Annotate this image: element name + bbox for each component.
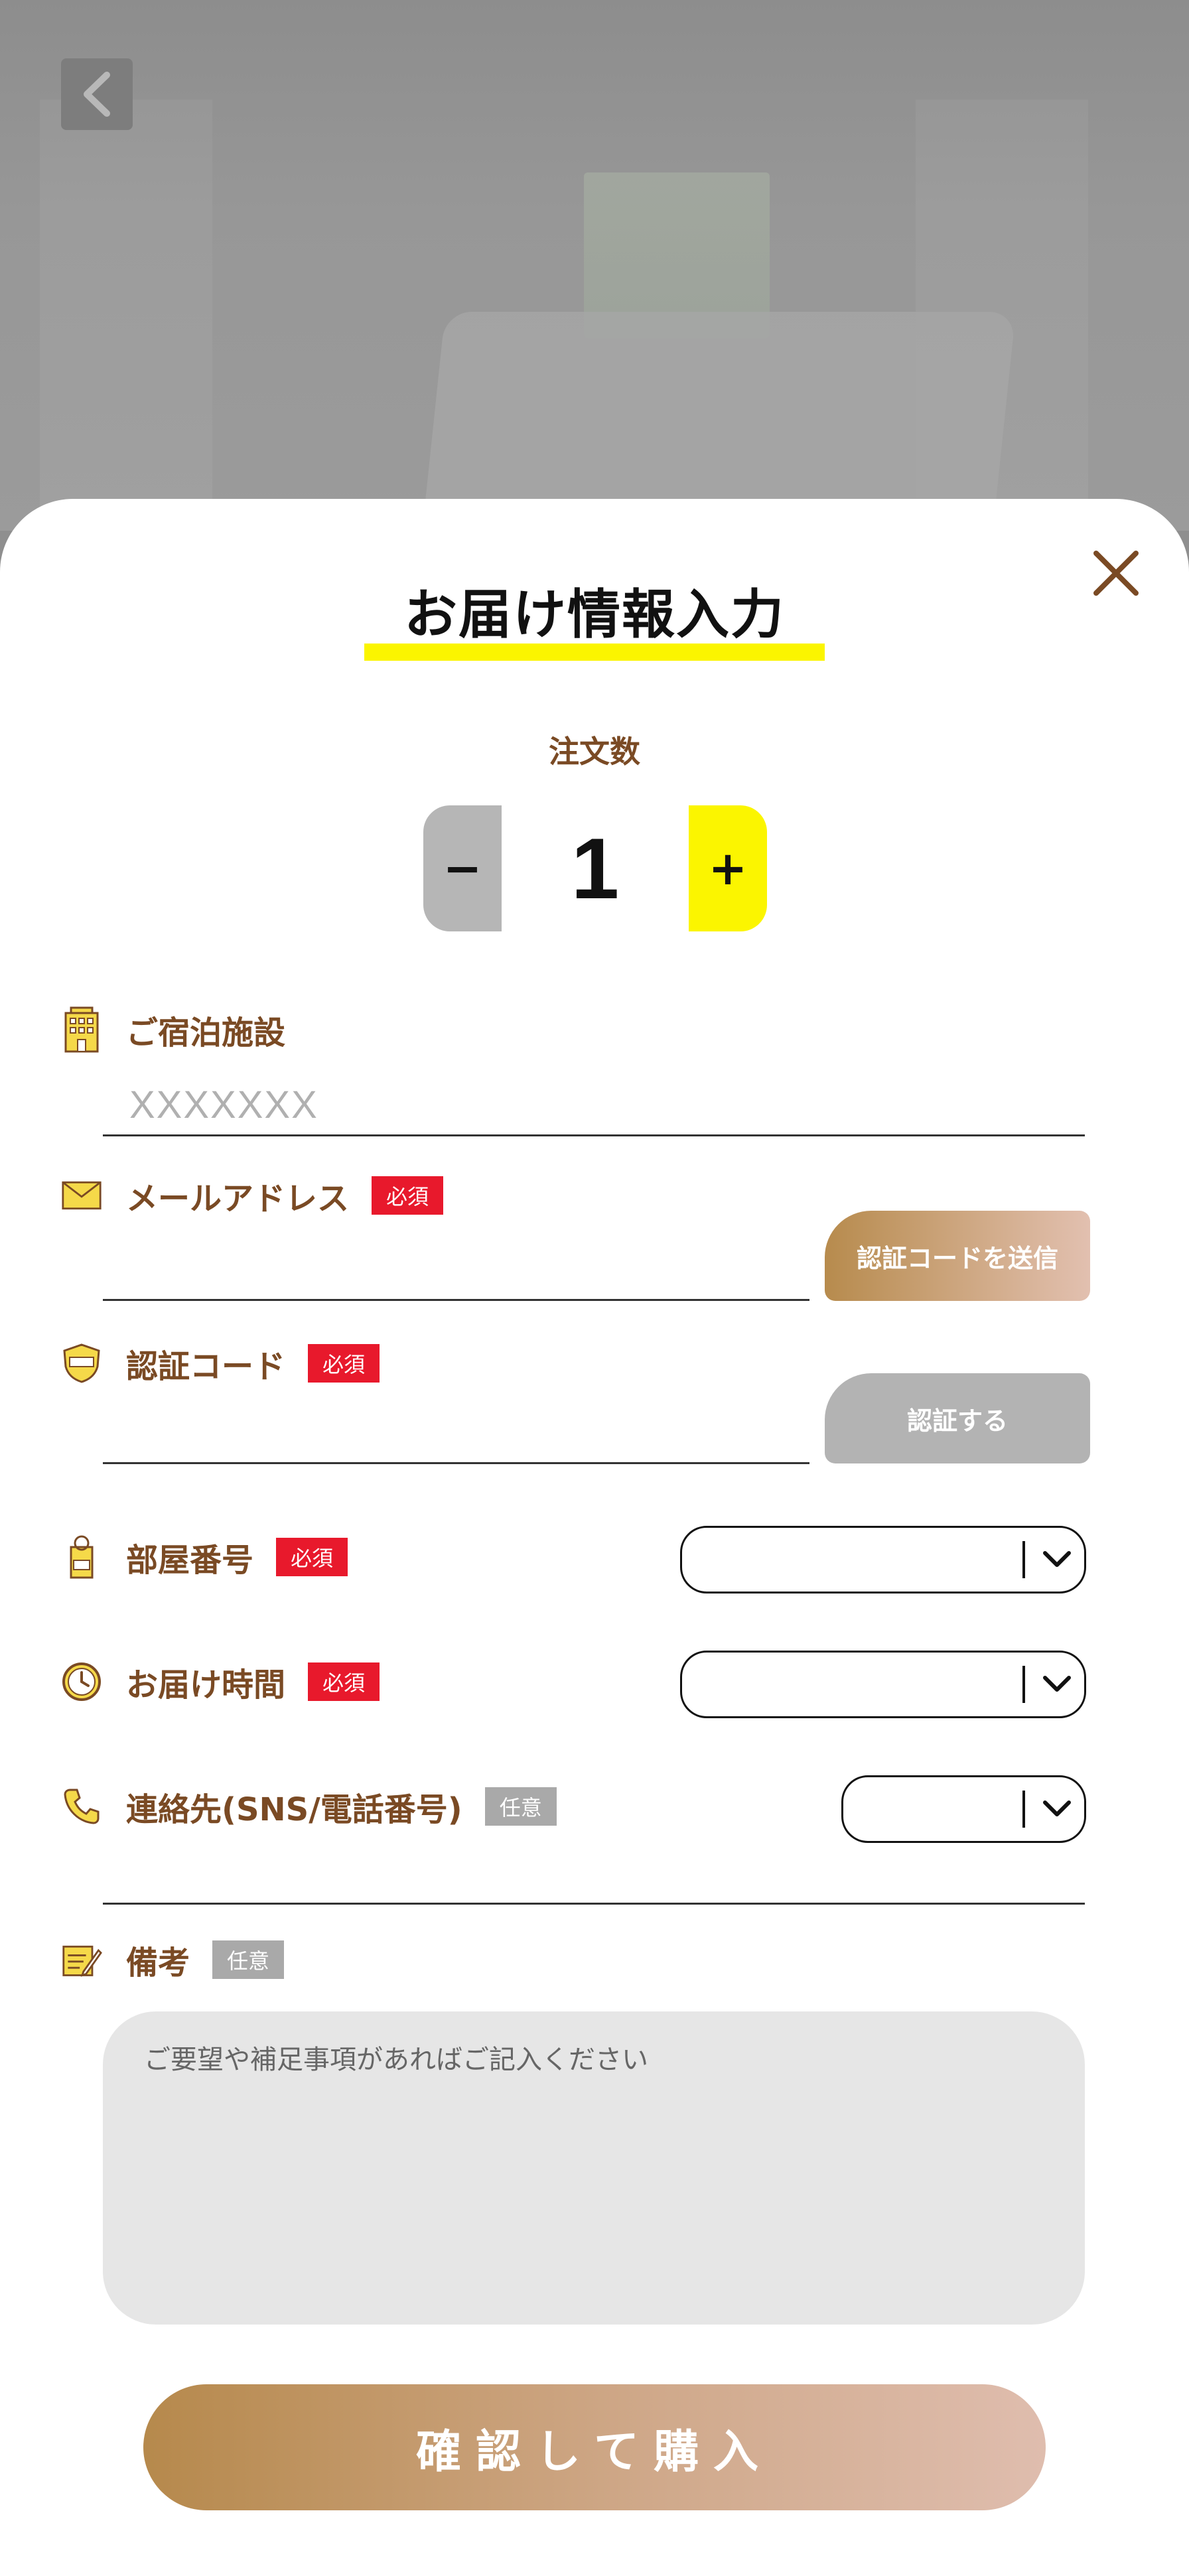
delivery-time-select[interactable] [680,1651,1086,1718]
clock-icon [61,1661,102,1702]
facility-row: ご宿泊施設 [61,1006,285,1053]
chevron-down-icon [1034,1653,1080,1716]
increment-button[interactable]: + [689,805,767,931]
title-highlight [364,644,825,661]
chevron-down-icon [1034,1528,1080,1592]
background-photo [0,0,1189,531]
hotel-icon [61,1006,102,1053]
decrement-button[interactable]: − [423,805,502,931]
required-badge: 必須 [372,1176,444,1215]
room-row: 部屋番号 必須 [61,1534,348,1580]
contact-row: 連絡先(SNS/電話番号) 任意 [61,1783,557,1830]
confirm-purchase-button[interactable]: 確認して購入 [143,2384,1046,2510]
notes-row: 備考 任意 [61,1936,285,1983]
room-label: 部屋番号 [126,1542,254,1579]
mail-icon [61,1175,102,1216]
facility-field[interactable]: XXXXXXX [129,1083,318,1127]
chair-shape [417,312,1016,531]
chevron-down-icon [1034,1777,1080,1841]
code-label: 認証コード [126,1348,286,1385]
facility-label: ご宿泊施設 [126,1014,286,1051]
select-divider [1022,1541,1025,1578]
delivery-time-label: お届け時間 [126,1666,286,1704]
shield-code-icon [61,1343,102,1384]
quantity-label: 注文数 [549,734,640,770]
required-badge: 必須 [276,1538,348,1576]
notes-placeholder: ご要望や補足事項があればご記入ください [144,2045,648,2075]
email-label: メールアドレス [126,1180,350,1217]
curtain-shape [40,100,212,531]
code-field[interactable] [103,1462,809,1464]
door-tag-icon [61,1535,102,1579]
required-badge: 必須 [308,1344,380,1383]
quantity-stepper: − 1 + [423,805,767,931]
facility-underline [103,1134,1085,1136]
email-row: メールアドレス 必須 [61,1172,444,1219]
delivery-info-sheet: お届け情報入力 注文数 − 1 + ご宿泊施設 XXXXXXX メールアドレス … [0,499,1189,2576]
send-code-button[interactable]: 認証コードを送信 [825,1211,1090,1301]
chevron-left-icon [84,72,110,117]
room-select[interactable] [680,1526,1086,1593]
back-button[interactable] [61,58,133,130]
quantity-value: 1 [571,820,620,917]
phone-icon [61,1786,102,1827]
notes-textarea[interactable]: ご要望や補足事項があればご記入ください [103,2011,1085,2325]
contact-label: 連絡先(SNS/電話番号) [126,1791,462,1828]
code-row: 認証コード 必須 [61,1340,380,1387]
delivery-time-row: お届け時間 必須 [61,1659,380,1705]
memo-icon [61,1939,102,1980]
email-field[interactable] [103,1299,809,1301]
select-divider [1022,1791,1025,1828]
required-badge: 必須 [308,1662,380,1701]
contact-type-select[interactable] [841,1775,1086,1843]
select-divider [1022,1666,1025,1703]
page-title: お届け情報入力 [364,572,825,661]
contact-field[interactable] [103,1903,1085,1905]
optional-badge: 任意 [484,1787,557,1826]
optional-badge: 任意 [212,1940,285,1979]
notes-label: 備考 [126,1944,190,1982]
verify-button[interactable]: 認証する [825,1373,1090,1463]
